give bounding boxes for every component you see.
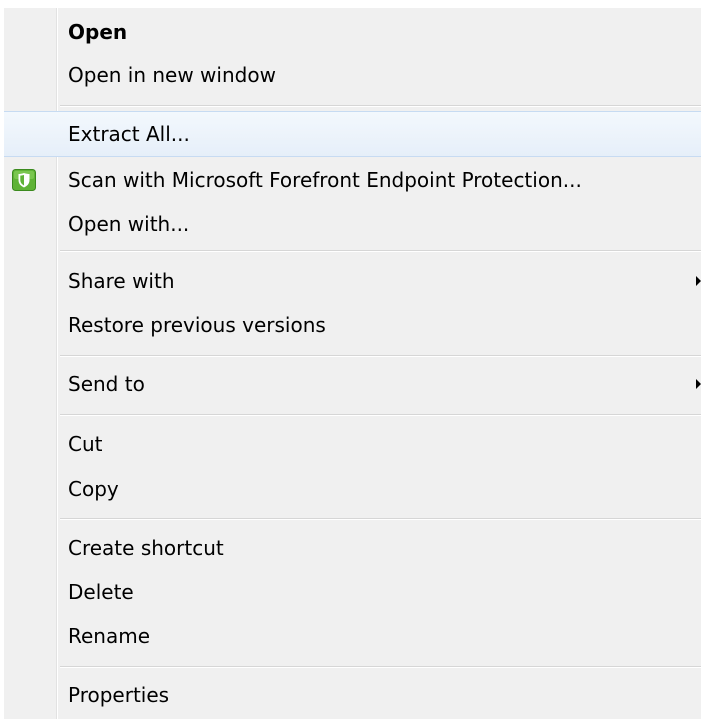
menu-item-extract-all[interactable]: Extract All... <box>4 111 701 157</box>
menu-separator <box>60 666 701 668</box>
menu-item-label: Restore previous versions <box>68 313 326 337</box>
menu-item-label: Open with... <box>68 212 190 236</box>
menu-item-label: Extract All... <box>68 122 190 146</box>
context-menu: Open Open in new window Extract All... S… <box>4 8 701 719</box>
menu-separator <box>60 414 701 416</box>
menu-item-properties[interactable]: Properties <box>4 673 701 717</box>
menu-item-create-shortcut[interactable]: Create shortcut <box>4 526 701 570</box>
menu-item-delete[interactable]: Delete <box>4 570 701 614</box>
forefront-shield-icon <box>12 169 36 191</box>
menu-separator <box>60 518 701 520</box>
menu-item-share-with[interactable]: Share with <box>4 259 701 303</box>
menu-item-label: Copy <box>68 477 119 501</box>
menu-item-label: Properties <box>68 683 170 707</box>
menu-separator <box>60 250 701 252</box>
menu-item-label: Send to <box>68 372 145 396</box>
menu-separator <box>60 105 701 107</box>
menu-item-rename[interactable]: Rename <box>4 614 701 658</box>
submenu-arrow-icon <box>696 379 701 389</box>
menu-item-open-with[interactable]: Open with... <box>4 202 701 246</box>
menu-item-label: Share with <box>68 269 175 293</box>
menu-item-label: Create shortcut <box>68 536 224 560</box>
menu-item-label: Open in new window <box>68 63 276 87</box>
menu-item-restore-previous-versions[interactable]: Restore previous versions <box>4 303 701 347</box>
menu-item-open[interactable]: Open <box>4 10 701 54</box>
menu-separator <box>60 355 701 357</box>
submenu-arrow-icon <box>696 276 701 286</box>
menu-item-label: Cut <box>68 432 103 456</box>
menu-item-scan-forefront[interactable]: Scan with Microsoft Forefront Endpoint P… <box>4 158 701 202</box>
menu-item-label: Rename <box>68 624 151 648</box>
menu-item-open-in-new-window[interactable]: Open in new window <box>4 53 701 97</box>
menu-item-send-to[interactable]: Send to <box>4 362 701 406</box>
menu-item-label: Open <box>68 20 128 44</box>
menu-item-label: Scan with Microsoft Forefront Endpoint P… <box>68 168 582 192</box>
menu-item-copy[interactable]: Copy <box>4 467 701 511</box>
menu-item-cut[interactable]: Cut <box>4 422 701 466</box>
menu-item-label: Delete <box>68 580 134 604</box>
